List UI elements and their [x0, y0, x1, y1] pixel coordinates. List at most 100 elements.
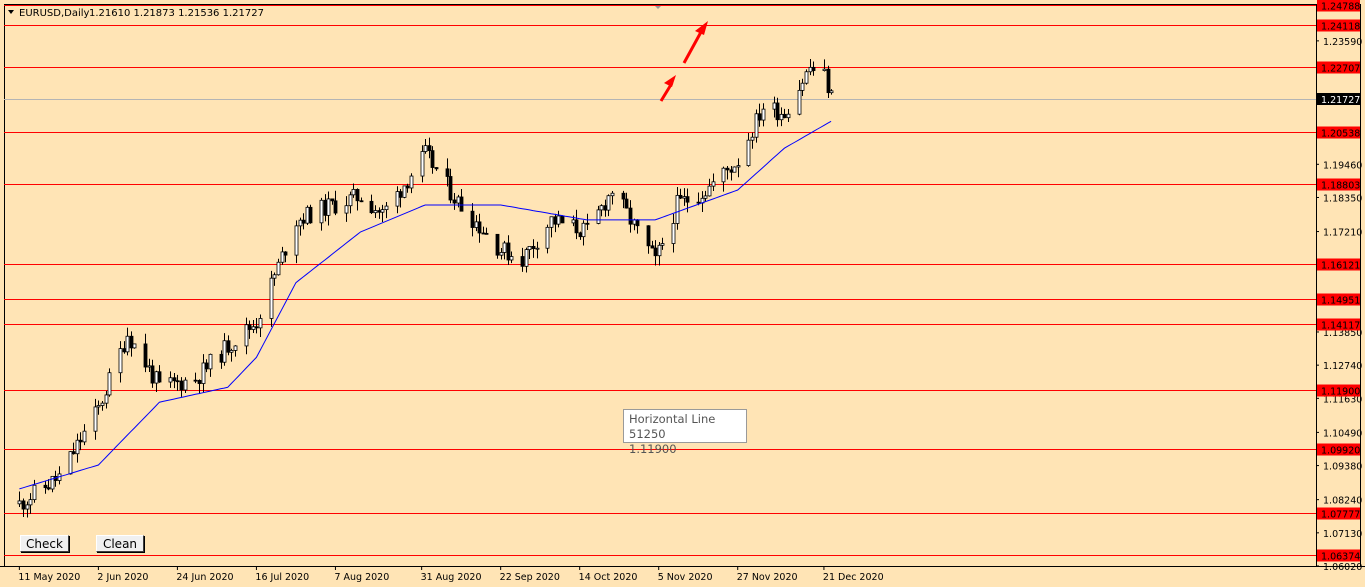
level-label-5: 1.16121: [1321, 261, 1360, 272]
candle-body-153: [782, 113, 787, 119]
candle-body-146: [750, 136, 755, 141]
candle-body-18: [104, 394, 109, 404]
candle-body-90: [470, 210, 475, 228]
candle-body-67: [351, 189, 356, 196]
candle-body-150: [772, 102, 777, 110]
candle-body-56: [298, 219, 303, 227]
candle-body-135: [696, 201, 701, 204]
x-tick-label-0: 11 May 2020: [18, 572, 80, 583]
candle-body-28: [154, 371, 159, 384]
candle-body-39: [208, 353, 213, 370]
candle-body-64: [333, 200, 338, 214]
candle-body-113: [581, 222, 586, 238]
candle-body-147: [754, 113, 759, 138]
candle-body-1: [21, 500, 26, 510]
candle-body-97: [502, 242, 507, 253]
tooltip-title: Horizontal Line 51250: [629, 412, 716, 441]
candle-body-79: [409, 175, 414, 189]
candle-body-103: [531, 245, 536, 250]
candle-body-68: [355, 189, 360, 202]
candle-body-145: [746, 139, 751, 166]
candle-body-52: [276, 261, 281, 276]
candle-body-109: [560, 215, 565, 224]
candle-body-111: [574, 219, 579, 234]
candle-body-98: [506, 242, 511, 261]
candle-body-25: [143, 343, 148, 368]
symbol-label: EURUSD,Daily: [19, 8, 90, 19]
candle-body-19: [107, 372, 112, 396]
candle-body-122: [628, 207, 633, 225]
candle-body-99: [509, 256, 514, 261]
current-price-label: 1.21727: [1317, 93, 1360, 106]
candle-body-108: [556, 215, 561, 225]
candle-body-161: [826, 68, 831, 94]
candle-10: [68, 451, 73, 475]
x-tick-label-5: 31 Aug 2020: [421, 572, 482, 583]
candle-body-40: [219, 353, 224, 363]
candle-body-45: [244, 324, 249, 347]
candle-body-101: [524, 249, 529, 267]
candle-body-48: [254, 326, 259, 329]
level-label-6: 1.14951: [1321, 296, 1360, 307]
x-tick-label-3: 16 Jul 2020: [255, 572, 309, 583]
y-tick-label-2: 1.18350: [1323, 193, 1362, 204]
y-tick-label-10: 1.07130: [1323, 529, 1362, 540]
candle-body-61: [323, 199, 328, 216]
candle-body-110: [571, 219, 576, 224]
price-chart[interactable]: EURUSD,Daily 1.21610 1.21873 1.21536 1.2…: [0, 0, 1365, 587]
candle-body-95: [495, 233, 500, 256]
candle-body-82: [427, 145, 432, 152]
candle-body-10: [68, 451, 73, 475]
y-tick-label-8: 1.09380: [1323, 462, 1362, 473]
candle-body-151: [775, 102, 780, 121]
candle-body-120: [621, 192, 626, 200]
candle-body-49: [258, 318, 263, 329]
candle-body-156: [800, 82, 805, 91]
clean-button[interactable]: Clean: [96, 535, 144, 552]
candle-body-160: [822, 68, 827, 71]
level-label-2: 1.22707: [1321, 64, 1360, 75]
ohlc-label: 1.21610 1.21873 1.21536 1.21727: [89, 8, 264, 19]
check-button[interactable]: Check: [20, 535, 69, 552]
candle-body-124: [635, 219, 640, 227]
candle-body-159: [811, 66, 816, 71]
candle-body-29: [157, 371, 162, 383]
level-tooltip: Horizontal Line 51250 1.11900: [623, 409, 747, 456]
chart-background: [0, 0, 1365, 587]
candle-body-80: [420, 151, 425, 177]
candle-body-114: [585, 222, 590, 225]
candle-body-2: [25, 504, 30, 510]
level-label-8: 1.11900: [1321, 387, 1360, 398]
x-tick-label-2: 24 Jun 2020: [176, 572, 233, 583]
candle-body-4: [32, 484, 37, 501]
current-price-text: 1.21727: [1321, 95, 1360, 106]
candle-body-158: [808, 66, 813, 73]
candle-body-127: [653, 247, 658, 257]
tooltip-value: 1.11900: [629, 442, 677, 456]
candle-body-117: [603, 205, 608, 211]
level-label-11: 1.06374: [1321, 552, 1360, 563]
candle-body-144: [736, 165, 741, 168]
candle-body-112: [578, 232, 583, 238]
candle-body-123: [632, 219, 637, 225]
candle-body-86: [448, 176, 453, 201]
candle-body-149: [761, 108, 766, 121]
candle-body-140: [721, 167, 726, 183]
candle-157: [804, 69, 809, 85]
candle-body-133: [682, 196, 687, 199]
candle-body-54: [283, 251, 288, 256]
candle-body-66: [348, 194, 353, 207]
level-label-7: 1.14117: [1321, 321, 1360, 332]
y-tick-label-5: 1.12740: [1323, 361, 1362, 372]
candle-body-15: [93, 406, 98, 432]
candle-body-141: [725, 167, 730, 171]
candle-body-154: [786, 113, 791, 119]
y-tick-label-11: 1.06020: [1323, 562, 1362, 573]
candle-body-137: [703, 195, 708, 199]
candle-body-96: [499, 252, 504, 256]
candle-body-121: [624, 198, 629, 209]
candle-body-36: [197, 380, 202, 384]
candle-body-6: [46, 487, 51, 490]
candle-body-71: [373, 210, 378, 214]
candle-body-107: [553, 216, 558, 225]
